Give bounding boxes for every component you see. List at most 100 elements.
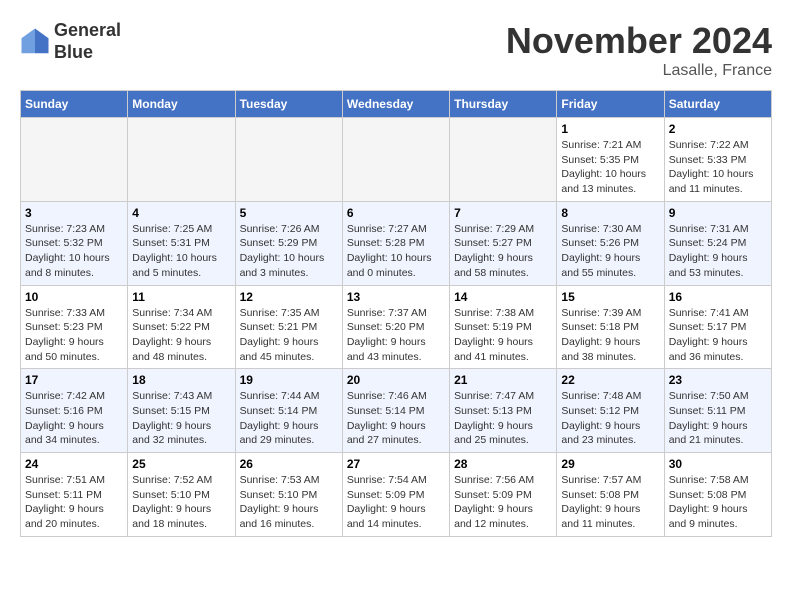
day-detail: Sunrise: 7:48 AMSunset: 5:12 PMDaylight:… [561, 389, 659, 448]
day-detail: Sunrise: 7:51 AMSunset: 5:11 PMDaylight:… [25, 473, 123, 532]
day-detail: Sunrise: 7:38 AMSunset: 5:19 PMDaylight:… [454, 306, 552, 365]
day-detail: Sunrise: 7:43 AMSunset: 5:15 PMDaylight:… [132, 389, 230, 448]
day-detail: Sunrise: 7:34 AMSunset: 5:22 PMDaylight:… [132, 306, 230, 365]
calendar-day-cell: 5 Sunrise: 7:26 AMSunset: 5:29 PMDaylight… [235, 201, 342, 285]
weekday-header: Thursday [450, 91, 557, 118]
day-detail: Sunrise: 7:35 AMSunset: 5:21 PMDaylight:… [240, 306, 338, 365]
day-number: 4 [132, 206, 230, 220]
weekday-header: Sunday [21, 91, 128, 118]
day-detail: Sunrise: 7:26 AMSunset: 5:29 PMDaylight:… [240, 222, 338, 281]
calendar-week-row: 24 Sunrise: 7:51 AMSunset: 5:11 PMDayligh… [21, 453, 772, 537]
day-number: 12 [240, 290, 338, 304]
weekday-header: Tuesday [235, 91, 342, 118]
day-detail: Sunrise: 7:22 AMSunset: 5:33 PMDaylight:… [669, 138, 767, 197]
day-detail: Sunrise: 7:57 AMSunset: 5:08 PMDaylight:… [561, 473, 659, 532]
day-number: 30 [669, 457, 767, 471]
day-number: 7 [454, 206, 552, 220]
logo: General Blue [20, 20, 121, 63]
calendar-day-cell: 30 Sunrise: 7:58 AMSunset: 5:08 PMDayligh… [664, 453, 771, 537]
day-number: 20 [347, 373, 445, 387]
calendar-day-cell: 20 Sunrise: 7:46 AMSunset: 5:14 PMDayligh… [342, 369, 449, 453]
day-number: 29 [561, 457, 659, 471]
calendar-day-cell: 13Sunrise: 7:37 AMSunset: 5:20 PMDayligh… [342, 285, 449, 369]
logo-icon [20, 27, 50, 57]
month-title: November 2024 [506, 20, 772, 62]
calendar-day-cell: 23 Sunrise: 7:50 AMSunset: 5:11 PMDayligh… [664, 369, 771, 453]
day-number: 10 [25, 290, 123, 304]
day-detail: Sunrise: 7:25 AMSunset: 5:31 PMDaylight:… [132, 222, 230, 281]
day-detail: Sunrise: 7:42 AMSunset: 5:16 PMDaylight:… [25, 389, 123, 448]
calendar-day-cell: 14 Sunrise: 7:38 AMSunset: 5:19 PMDayligh… [450, 285, 557, 369]
day-detail: Sunrise: 7:33 AMSunset: 5:23 PMDaylight:… [25, 306, 123, 365]
calendar-day-cell: 18 Sunrise: 7:43 AMSunset: 5:15 PMDayligh… [128, 369, 235, 453]
day-detail: Sunrise: 7:30 AMSunset: 5:26 PMDaylight:… [561, 222, 659, 281]
weekday-header: Saturday [664, 91, 771, 118]
calendar-table: SundayMondayTuesdayWednesdayThursdayFrid… [20, 90, 772, 537]
day-number: 25 [132, 457, 230, 471]
day-detail: Sunrise: 7:27 AMSunset: 5:28 PMDaylight:… [347, 222, 445, 281]
weekday-header: Wednesday [342, 91, 449, 118]
day-number: 1 [561, 122, 659, 136]
calendar-day-cell: 15Sunrise: 7:39 AMSunset: 5:18 PMDayligh… [557, 285, 664, 369]
calendar-week-row: 1 Sunrise: 7:21 AMSunset: 5:35 PMDaylight… [21, 118, 772, 202]
calendar-day-cell: 3Sunrise: 7:23 AMSunset: 5:32 PMDaylight… [21, 201, 128, 285]
calendar-day-cell [342, 118, 449, 202]
calendar-day-cell: 17 Sunrise: 7:42 AMSunset: 5:16 PMDayligh… [21, 369, 128, 453]
day-detail: Sunrise: 7:21 AMSunset: 5:35 PMDaylight:… [561, 138, 659, 197]
calendar-day-cell: 9 Sunrise: 7:31 AMSunset: 5:24 PMDaylight… [664, 201, 771, 285]
day-detail: Sunrise: 7:41 AMSunset: 5:17 PMDaylight:… [669, 306, 767, 365]
day-number: 27 [347, 457, 445, 471]
calendar-day-cell: 22 Sunrise: 7:48 AMSunset: 5:12 PMDayligh… [557, 369, 664, 453]
day-number: 9 [669, 206, 767, 220]
day-number: 6 [347, 206, 445, 220]
calendar-day-cell: 16 Sunrise: 7:41 AMSunset: 5:17 PMDayligh… [664, 285, 771, 369]
calendar-day-cell: 8 Sunrise: 7:30 AMSunset: 5:26 PMDaylight… [557, 201, 664, 285]
day-number: 8 [561, 206, 659, 220]
calendar-day-cell: 2 Sunrise: 7:22 AMSunset: 5:33 PMDaylight… [664, 118, 771, 202]
calendar-week-row: 10 Sunrise: 7:33 AMSunset: 5:23 PMDayligh… [21, 285, 772, 369]
day-number: 26 [240, 457, 338, 471]
day-number: 14 [454, 290, 552, 304]
calendar-day-cell: 26 Sunrise: 7:53 AMSunset: 5:10 PMDayligh… [235, 453, 342, 537]
day-number: 22 [561, 373, 659, 387]
day-detail: Sunrise: 7:58 AMSunset: 5:08 PMDaylight:… [669, 473, 767, 532]
calendar-day-cell: 11 Sunrise: 7:34 AMSunset: 5:22 PMDayligh… [128, 285, 235, 369]
calendar-day-cell: 21Sunrise: 7:47 AMSunset: 5:13 PMDayligh… [450, 369, 557, 453]
calendar-day-cell: 6 Sunrise: 7:27 AMSunset: 5:28 PMDaylight… [342, 201, 449, 285]
day-detail: Sunrise: 7:47 AMSunset: 5:13 PMDaylight:… [454, 389, 552, 448]
day-detail: Sunrise: 7:44 AMSunset: 5:14 PMDaylight:… [240, 389, 338, 448]
day-detail: Sunrise: 7:31 AMSunset: 5:24 PMDaylight:… [669, 222, 767, 281]
day-detail: Sunrise: 7:23 AMSunset: 5:32 PMDaylight:… [25, 222, 123, 281]
day-number: 5 [240, 206, 338, 220]
location: Lasalle, France [506, 62, 772, 80]
calendar-day-cell: 27 Sunrise: 7:54 AMSunset: 5:09 PMDayligh… [342, 453, 449, 537]
calendar-day-cell: 25 Sunrise: 7:52 AMSunset: 5:10 PMDayligh… [128, 453, 235, 537]
page-header: General Blue November 2024 Lasalle, Fran… [20, 20, 772, 80]
calendar-day-cell: 24 Sunrise: 7:51 AMSunset: 5:11 PMDayligh… [21, 453, 128, 537]
day-detail: Sunrise: 7:50 AMSunset: 5:11 PMDaylight:… [669, 389, 767, 448]
calendar-day-cell: 29 Sunrise: 7:57 AMSunset: 5:08 PMDayligh… [557, 453, 664, 537]
calendar-day-cell: 19 Sunrise: 7:44 AMSunset: 5:14 PMDayligh… [235, 369, 342, 453]
day-number: 24 [25, 457, 123, 471]
day-number: 11 [132, 290, 230, 304]
calendar-day-cell: 7Sunrise: 7:29 AMSunset: 5:27 PMDaylight… [450, 201, 557, 285]
calendar-day-cell [235, 118, 342, 202]
calendar-week-row: 17 Sunrise: 7:42 AMSunset: 5:16 PMDayligh… [21, 369, 772, 453]
day-detail: Sunrise: 7:54 AMSunset: 5:09 PMDaylight:… [347, 473, 445, 532]
day-detail: Sunrise: 7:46 AMSunset: 5:14 PMDaylight:… [347, 389, 445, 448]
day-number: 23 [669, 373, 767, 387]
day-number: 2 [669, 122, 767, 136]
day-number: 17 [25, 373, 123, 387]
day-detail: Sunrise: 7:56 AMSunset: 5:09 PMDaylight:… [454, 473, 552, 532]
day-detail: Sunrise: 7:52 AMSunset: 5:10 PMDaylight:… [132, 473, 230, 532]
day-number: 19 [240, 373, 338, 387]
day-number: 18 [132, 373, 230, 387]
day-detail: Sunrise: 7:39 AMSunset: 5:18 PMDaylight:… [561, 306, 659, 365]
day-detail: Sunrise: 7:37 AMSunset: 5:20 PMDaylight:… [347, 306, 445, 365]
title-block: November 2024 Lasalle, France [506, 20, 772, 80]
calendar-day-cell: 10 Sunrise: 7:33 AMSunset: 5:23 PMDayligh… [21, 285, 128, 369]
calendar-day-cell: 28Sunrise: 7:56 AMSunset: 5:09 PMDayligh… [450, 453, 557, 537]
day-number: 16 [669, 290, 767, 304]
calendar-day-cell: 12 Sunrise: 7:35 AMSunset: 5:21 PMDayligh… [235, 285, 342, 369]
day-detail: Sunrise: 7:53 AMSunset: 5:10 PMDaylight:… [240, 473, 338, 532]
